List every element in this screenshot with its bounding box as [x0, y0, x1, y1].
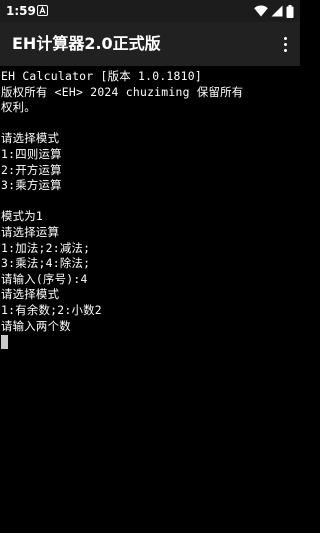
- status-icons: [254, 4, 294, 18]
- menu-dot: [283, 42, 287, 46]
- terminal-line: 请选择运算: [1, 224, 60, 239]
- status-bar: 1:59: [0, 0, 300, 22]
- menu-dot: [283, 36, 287, 40]
- terminal-line: 版权所有 <EH> 2024 chuziming 保留所有: [1, 84, 244, 99]
- status-time: 1:59: [6, 4, 36, 18]
- terminal-line: EH Calculator [版本 1.0.1810]: [1, 69, 202, 83]
- terminal-line: 1:有余数;2:小数2: [1, 302, 102, 317]
- terminal-line: 请输入(序号):4: [1, 271, 88, 286]
- terminal-line: 请选择模式: [1, 131, 60, 146]
- app-bar: EH计算器2.0正式版: [0, 22, 300, 66]
- terminal-line: 请选择模式: [1, 287, 60, 302]
- terminal-line: 模式为1: [1, 209, 44, 224]
- terminal-line: 3:乘方运算: [1, 178, 62, 193]
- terminal-line: 权利。: [1, 100, 36, 115]
- terminal-line: 1:四则运算: [1, 146, 62, 161]
- battery-icon: [286, 4, 294, 18]
- wifi-icon: [254, 5, 268, 17]
- terminal-line: 2:开方运算: [1, 162, 62, 177]
- signal-icon: [271, 5, 283, 17]
- menu-dot: [283, 48, 287, 52]
- terminal-line: 请输入两个数: [1, 318, 71, 333]
- terminal-output[interactable]: EH Calculator [版本 1.0.1810] 版权所有 <EH> 20…: [1, 69, 299, 533]
- more-vert-icon[interactable]: [278, 34, 292, 54]
- terminal-line: 3:乘法;4:除法;: [1, 256, 91, 271]
- notification-a-icon: [37, 5, 48, 16]
- app-title: EH计算器2.0正式版: [12, 34, 161, 53]
- terminal-cursor[interactable]: [1, 335, 8, 350]
- terminal-line: 1:加法;2:减法;: [1, 240, 91, 255]
